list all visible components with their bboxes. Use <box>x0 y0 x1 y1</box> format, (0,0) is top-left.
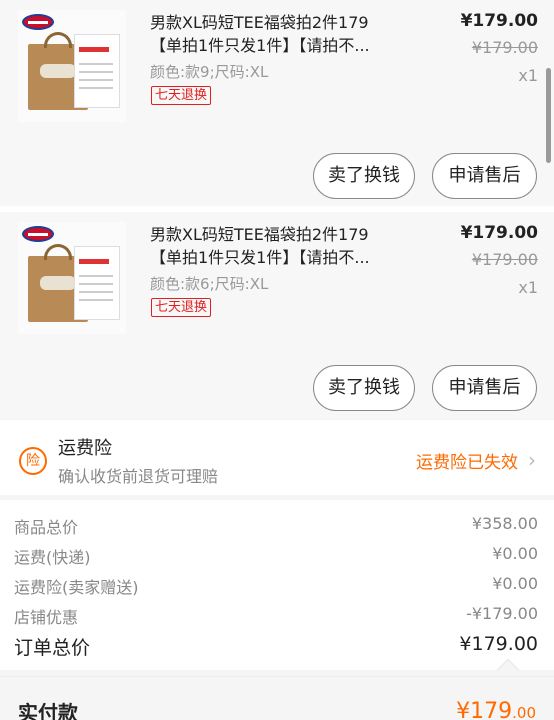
info-card-image <box>74 34 120 108</box>
info-card-image <box>74 246 120 320</box>
product-title-line2: 【单拍1件只发1件】【请拍不... <box>150 248 370 267</box>
order-item-2[interactable]: 男款XL码短TEE福袋拍2件179 【单拍1件只发1件】【请拍不... 颜色:款… <box>0 212 554 418</box>
order-total-value: ¥179.00 <box>459 633 538 655</box>
product-title-line1: 男款XL码短TEE福袋拍2件179 <box>150 13 369 32</box>
sell-button[interactable]: 卖了换钱 <box>313 365 415 411</box>
insurance-subtitle: 确认收货前退货可理赔 <box>58 467 219 486</box>
summary-row-store-discount: 店铺优惠 -¥179.00 <box>14 604 538 628</box>
chevron-right-icon[interactable]: › <box>528 450 536 470</box>
product-title-line2: 【单拍1件只发1件】【请拍不... <box>150 36 370 55</box>
summary-row-shipping: 运费(快递) ¥0.00 <box>14 544 538 568</box>
product-price: ¥179.00 <box>460 11 538 31</box>
summary-value: ¥0.00 <box>492 574 538 593</box>
after-sale-button[interactable]: 申请售后 <box>432 153 537 199</box>
product-title[interactable]: 男款XL码短TEE福袋拍2件179 【单拍1件只发1件】【请拍不... <box>150 223 412 269</box>
price-summary: 商品总价 ¥358.00 运费(快递) ¥0.00 运费险(卖家赠送) ¥0.0… <box>0 500 554 670</box>
insurance-icon: 险 <box>19 447 47 475</box>
shipping-insurance-row[interactable]: 险 运费险 确认收货前退货可理赔 运费险已失效 › <box>0 420 554 495</box>
summary-row-shipping-insurance: 运费险(卖家赠送) ¥0.00 <box>14 574 538 598</box>
summary-row-order-total: 订单总价 ¥179.00 <box>14 633 538 660</box>
summary-label: 商品总价 <box>14 518 79 537</box>
original-price: ¥179.00 <box>471 250 538 269</box>
scrollbar[interactable] <box>546 68 551 163</box>
insurance-status[interactable]: 运费险已失效 <box>416 448 518 473</box>
product-thumbnail[interactable] <box>18 10 126 122</box>
order-total-label: 订单总价 <box>14 637 91 659</box>
paid-value-decimal: .00 <box>512 704 536 720</box>
product-title-line1: 男款XL码短TEE福袋拍2件179 <box>150 225 369 244</box>
product-quantity: x1 <box>518 278 538 297</box>
summary-label: 运费险(卖家赠送) <box>14 578 139 597</box>
summary-value: ¥0.00 <box>492 544 538 563</box>
product-title[interactable]: 男款XL码短TEE福袋拍2件179 【单拍1件只发1件】【请拍不... <box>150 11 412 57</box>
seven-day-return-badge: 七天退换 <box>151 86 212 105</box>
product-thumbnail[interactable] <box>18 222 126 334</box>
product-price: ¥179.00 <box>460 223 538 243</box>
product-quantity: x1 <box>518 66 538 85</box>
paid-amount-row: 实付款 ¥179.00 <box>0 676 554 720</box>
after-sale-button[interactable]: 申请售后 <box>432 365 537 411</box>
product-spec: 颜色:款6;尺码:XL <box>150 275 269 293</box>
paid-value: ¥179.00 <box>456 699 536 720</box>
seven-day-return-badge: 七天退换 <box>151 298 212 317</box>
brand-logo-icon <box>22 226 54 242</box>
brand-logo-icon <box>22 14 54 30</box>
paid-value-main: ¥179 <box>456 699 513 720</box>
summary-label: 运费(快递) <box>14 548 91 567</box>
original-price: ¥179.00 <box>471 38 538 57</box>
insurance-title: 运费险 <box>58 438 112 459</box>
order-item-1[interactable]: 男款XL码短TEE福袋拍2件179 【单拍1件只发1件】【请拍不... 颜色:款… <box>0 0 554 206</box>
summary-value: -¥179.00 <box>466 604 538 623</box>
summary-row-goods-total: 商品总价 ¥358.00 <box>14 514 538 538</box>
summary-label: 店铺优惠 <box>14 608 79 627</box>
sell-button[interactable]: 卖了换钱 <box>313 153 415 199</box>
paid-label: 实付款 <box>18 701 78 720</box>
product-spec: 颜色:款9;尺码:XL <box>150 63 269 81</box>
summary-value: ¥358.00 <box>471 514 538 533</box>
